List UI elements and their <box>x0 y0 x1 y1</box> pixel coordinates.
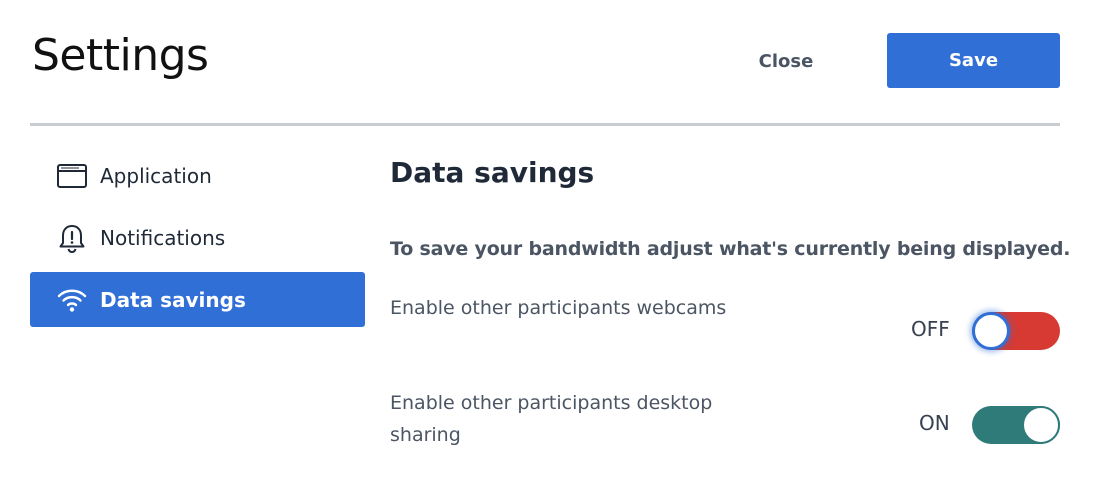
desktop-sharing-state-text: ON <box>919 411 950 435</box>
sidebar-item-data-savings[interactable]: Data savings <box>30 272 365 327</box>
wifi-icon <box>56 285 88 315</box>
save-button[interactable]: Save <box>887 33 1060 88</box>
section-title: Data savings <box>390 156 595 189</box>
bell-alert-icon <box>56 223 88 253</box>
page-title: Settings <box>32 30 209 81</box>
webcams-setting-label: Enable other participants webcams <box>390 297 727 319</box>
toggle-knob <box>1022 406 1060 444</box>
desktop-sharing-setting-label: Enable other participants desktop sharin… <box>390 392 713 446</box>
section-description: To save your bandwidth adjust what's cur… <box>390 238 1071 260</box>
webcams-toggle[interactable] <box>972 312 1060 350</box>
header-divider <box>30 123 1060 126</box>
toggle-knob <box>972 312 1010 350</box>
application-window-icon <box>56 161 88 191</box>
webcams-state-text: OFF <box>911 317 950 341</box>
close-button[interactable]: Close <box>742 44 830 78</box>
sidebar-item-label: Application <box>100 163 212 188</box>
settings-sidebar: Application Notifications Data savings <box>30 148 365 334</box>
sidebar-item-label: Data savings <box>100 287 246 312</box>
sidebar-item-label: Notifications <box>100 225 226 250</box>
sidebar-item-notifications[interactable]: Notifications <box>30 210 365 265</box>
desktop-sharing-toggle[interactable] <box>972 406 1060 444</box>
sidebar-item-application[interactable]: Application <box>30 148 365 203</box>
